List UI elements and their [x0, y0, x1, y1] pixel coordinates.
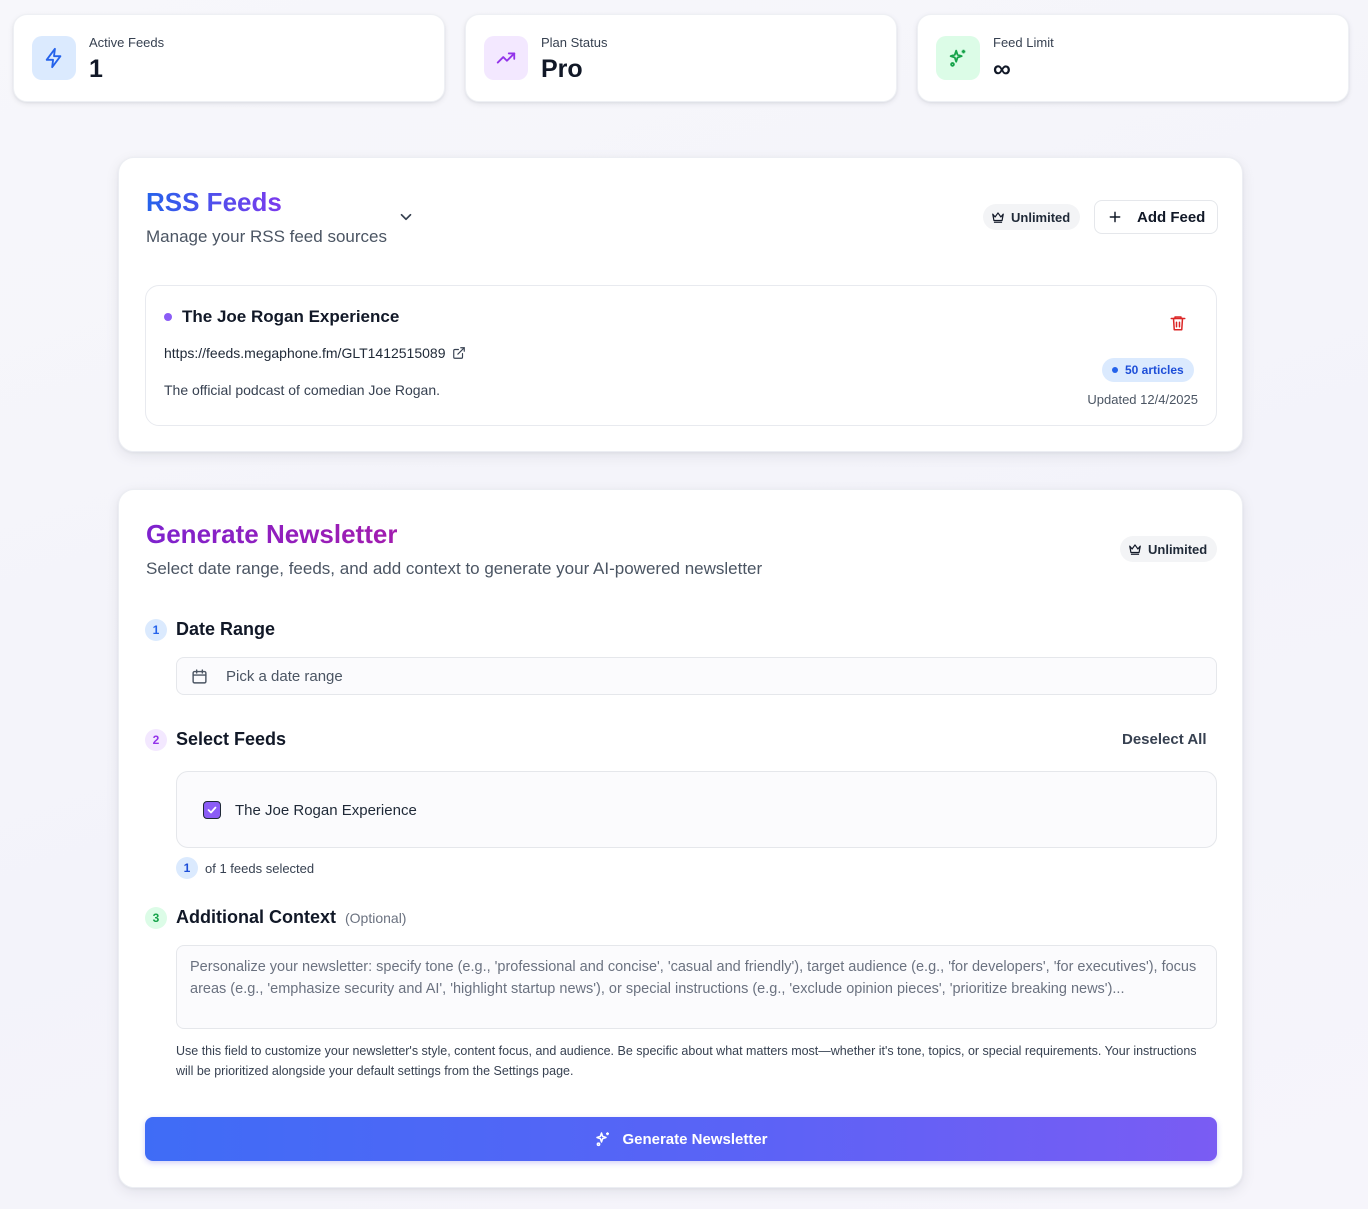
chevron-down-icon[interactable]	[397, 208, 415, 231]
feeds-select-box: The Joe Rogan Experience	[176, 771, 1217, 848]
date-range-placeholder: Pick a date range	[226, 667, 343, 685]
stat-value: Pro	[541, 55, 583, 83]
crown-icon	[1129, 544, 1141, 555]
check-icon	[207, 806, 217, 814]
generate-newsletter-panel: Generate Newsletter Select date range, f…	[118, 489, 1243, 1188]
unlimited-badge-label: Unlimited	[1011, 209, 1071, 225]
articles-dot	[1112, 367, 1118, 373]
unlimited-badge: Unlimited	[983, 204, 1081, 230]
stat-value: 1	[89, 55, 103, 83]
newsletter-subtitle: Select date range, feeds, and add contex…	[146, 559, 763, 578]
additional-context-title: Additional Context (Optional)	[176, 907, 406, 928]
selected-count-text: of 1 feeds selected	[205, 860, 315, 876]
feed-description: The official podcast of comedian Joe Rog…	[164, 382, 441, 398]
feed-url-row[interactable]: https://feeds.megaphone.fm/GLT1412515089	[164, 345, 466, 361]
crown-icon	[992, 212, 1004, 223]
optional-label: (Optional)	[345, 910, 407, 926]
selected-count-badge: 1	[176, 857, 198, 879]
additional-context-help: Use this field to customize your newslet…	[176, 1044, 1197, 1078]
trending-up-icon	[484, 36, 528, 80]
add-feed-button[interactable]: Add Feed	[1094, 200, 1219, 234]
articles-badge: 50 articles	[1102, 358, 1194, 382]
step-number-3: 3	[145, 907, 167, 929]
feed-updated: Updated 12/4/2025	[1087, 392, 1198, 407]
unlimited-badge-label: Unlimited	[1148, 541, 1208, 557]
feeds-selected-count: 1 of 1 feeds selected	[176, 857, 314, 879]
generate-newsletter-label: Generate Newsletter	[622, 1130, 768, 1148]
stat-label: Plan Status	[541, 35, 608, 50]
date-range-title: Date Range	[176, 619, 276, 639]
stat-card-feed-limit: Feed Limit ∞	[917, 14, 1349, 102]
feed-url[interactable]: https://feeds.megaphone.fm/GLT1412515089	[164, 345, 446, 361]
step-number-2: 2	[145, 729, 167, 751]
rss-feeds-subtitle: Manage your RSS feed sources	[146, 227, 387, 246]
step-number-1: 1	[145, 619, 167, 641]
rss-feeds-title: RSS Feeds	[146, 187, 282, 217]
stat-value: ∞	[993, 55, 1011, 83]
lightning-icon	[32, 36, 76, 80]
add-feed-label: Add Feed	[1137, 208, 1206, 226]
generate-newsletter-button[interactable]: Generate Newsletter	[145, 1117, 1217, 1161]
feed-option[interactable]: The Joe Rogan Experience	[203, 801, 417, 819]
date-range-picker[interactable]: Pick a date range	[176, 657, 1217, 695]
deselect-all-button[interactable]: Deselect All	[1122, 731, 1207, 748]
external-link-icon[interactable]	[452, 346, 466, 360]
plus-icon	[1109, 211, 1121, 223]
articles-count: 50 articles	[1125, 363, 1184, 377]
trash-icon[interactable]	[1169, 314, 1187, 337]
rss-feeds-panel: RSS Feeds Manage your RSS feed sources U…	[118, 157, 1243, 452]
calendar-icon	[192, 668, 207, 684]
stat-card-active-feeds: Active Feeds 1	[13, 14, 445, 102]
feed-card: The Joe Rogan Experience https://feeds.m…	[145, 285, 1217, 426]
stat-label: Active Feeds	[89, 35, 165, 50]
additional-context-textarea[interactable]	[176, 945, 1217, 1029]
stat-label: Feed Limit	[993, 35, 1054, 50]
newsletter-title: Generate Newsletter	[146, 519, 398, 549]
unlimited-badge: Unlimited	[1120, 536, 1218, 562]
feed-checkbox[interactable]	[203, 801, 221, 819]
feed-status-dot	[164, 313, 172, 321]
feed-name: The Joe Rogan Experience	[182, 307, 400, 326]
sparkles-icon	[596, 1132, 610, 1147]
sparkles-icon	[936, 36, 980, 80]
stat-card-plan-status: Plan Status Pro	[465, 14, 897, 102]
feed-option-label: The Joe Rogan Experience	[235, 801, 417, 819]
select-feeds-title: Select Feeds	[176, 729, 287, 749]
additional-context-label: Additional Context	[176, 907, 336, 927]
